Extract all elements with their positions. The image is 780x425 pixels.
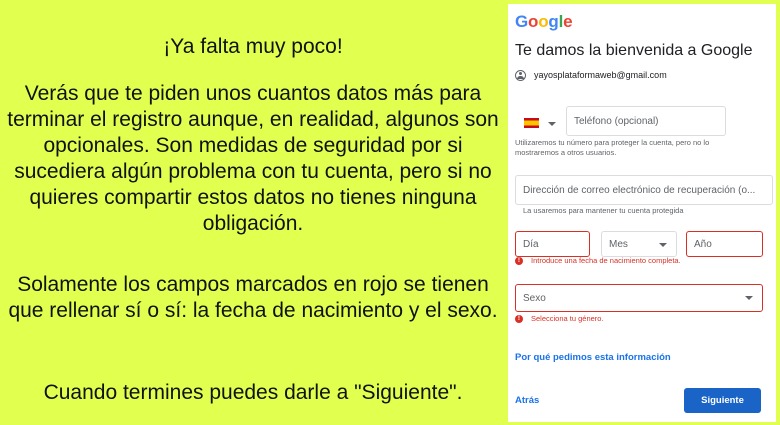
next-button[interactable]: Siguiente: [684, 388, 761, 413]
gender-error: ! Selecciona tu género.: [515, 314, 604, 323]
birth-year-input[interactable]: Año: [686, 231, 763, 257]
instructions-paragraph-1: Verás que te piden unos cuantos datos má…: [7, 82, 499, 235]
gender-placeholder: Sexo: [523, 292, 546, 304]
country-dropdown-caret-icon[interactable]: [548, 122, 556, 126]
spain-flag-icon[interactable]: [524, 118, 539, 128]
error-icon: !: [515, 256, 523, 265]
phone-hint: Utilizaremos tu número para proteger la …: [515, 138, 710, 157]
instructions-paragraph-2: Solamente los campos marcados en rojo se…: [8, 273, 498, 322]
gender-select[interactable]: Sexo: [515, 284, 763, 312]
birth-day-placeholder: Día: [523, 238, 539, 250]
chevron-down-icon: [745, 296, 753, 300]
phone-input[interactable]: Teléfono (opcional): [566, 106, 726, 136]
birth-day-input[interactable]: Día: [515, 231, 590, 257]
birthdate-error-text: Introduce una fecha de nacimiento comple…: [531, 256, 681, 265]
why-we-ask-link[interactable]: Por qué pedimos esta información: [515, 352, 671, 363]
page-title: Te damos la bienvenida a Google: [515, 42, 753, 59]
birth-year-placeholder: Año: [694, 238, 712, 250]
instructions-heading: ¡Ya falta muy poco!: [163, 35, 343, 58]
logo-letter: o: [538, 12, 549, 31]
logo-letter: G: [515, 12, 529, 31]
instructions-panel: ¡Ya falta muy poco! Verás que te piden u…: [0, 0, 506, 425]
account-email: yayosplataformaweb@gmail.com: [534, 70, 667, 80]
gender-error-text: Selecciona tu género.: [531, 314, 604, 323]
chevron-down-icon: [659, 243, 667, 247]
birthdate-error: ! Introduce una fecha de nacimiento comp…: [515, 256, 681, 265]
logo-letter: g: [548, 12, 559, 31]
birth-month-select[interactable]: Mes: [601, 231, 677, 257]
logo-letter: e: [563, 12, 573, 31]
phone-placeholder: Teléfono (opcional): [574, 115, 659, 127]
logo-letter: o: [528, 12, 539, 31]
account-circle-icon: [515, 69, 526, 81]
recovery-email-placeholder: Dirección de correo electrónico de recup…: [523, 184, 756, 196]
instructions-paragraph-3: Cuando termines puedes darle a "Siguient…: [43, 381, 463, 404]
account-chip: yayosplataformaweb@gmail.com: [515, 67, 667, 83]
error-icon: !: [515, 314, 523, 323]
signup-form-card: Google Te damos la bienvenida a Google y…: [508, 4, 776, 422]
birth-month-placeholder: Mes: [609, 238, 628, 250]
google-logo: Google: [515, 12, 573, 32]
back-link[interactable]: Atrás: [515, 395, 539, 406]
recovery-email-hint: La usaremos para mantener tu cuenta prot…: [523, 206, 684, 215]
recovery-email-input[interactable]: Dirección de correo electrónico de recup…: [515, 175, 773, 205]
